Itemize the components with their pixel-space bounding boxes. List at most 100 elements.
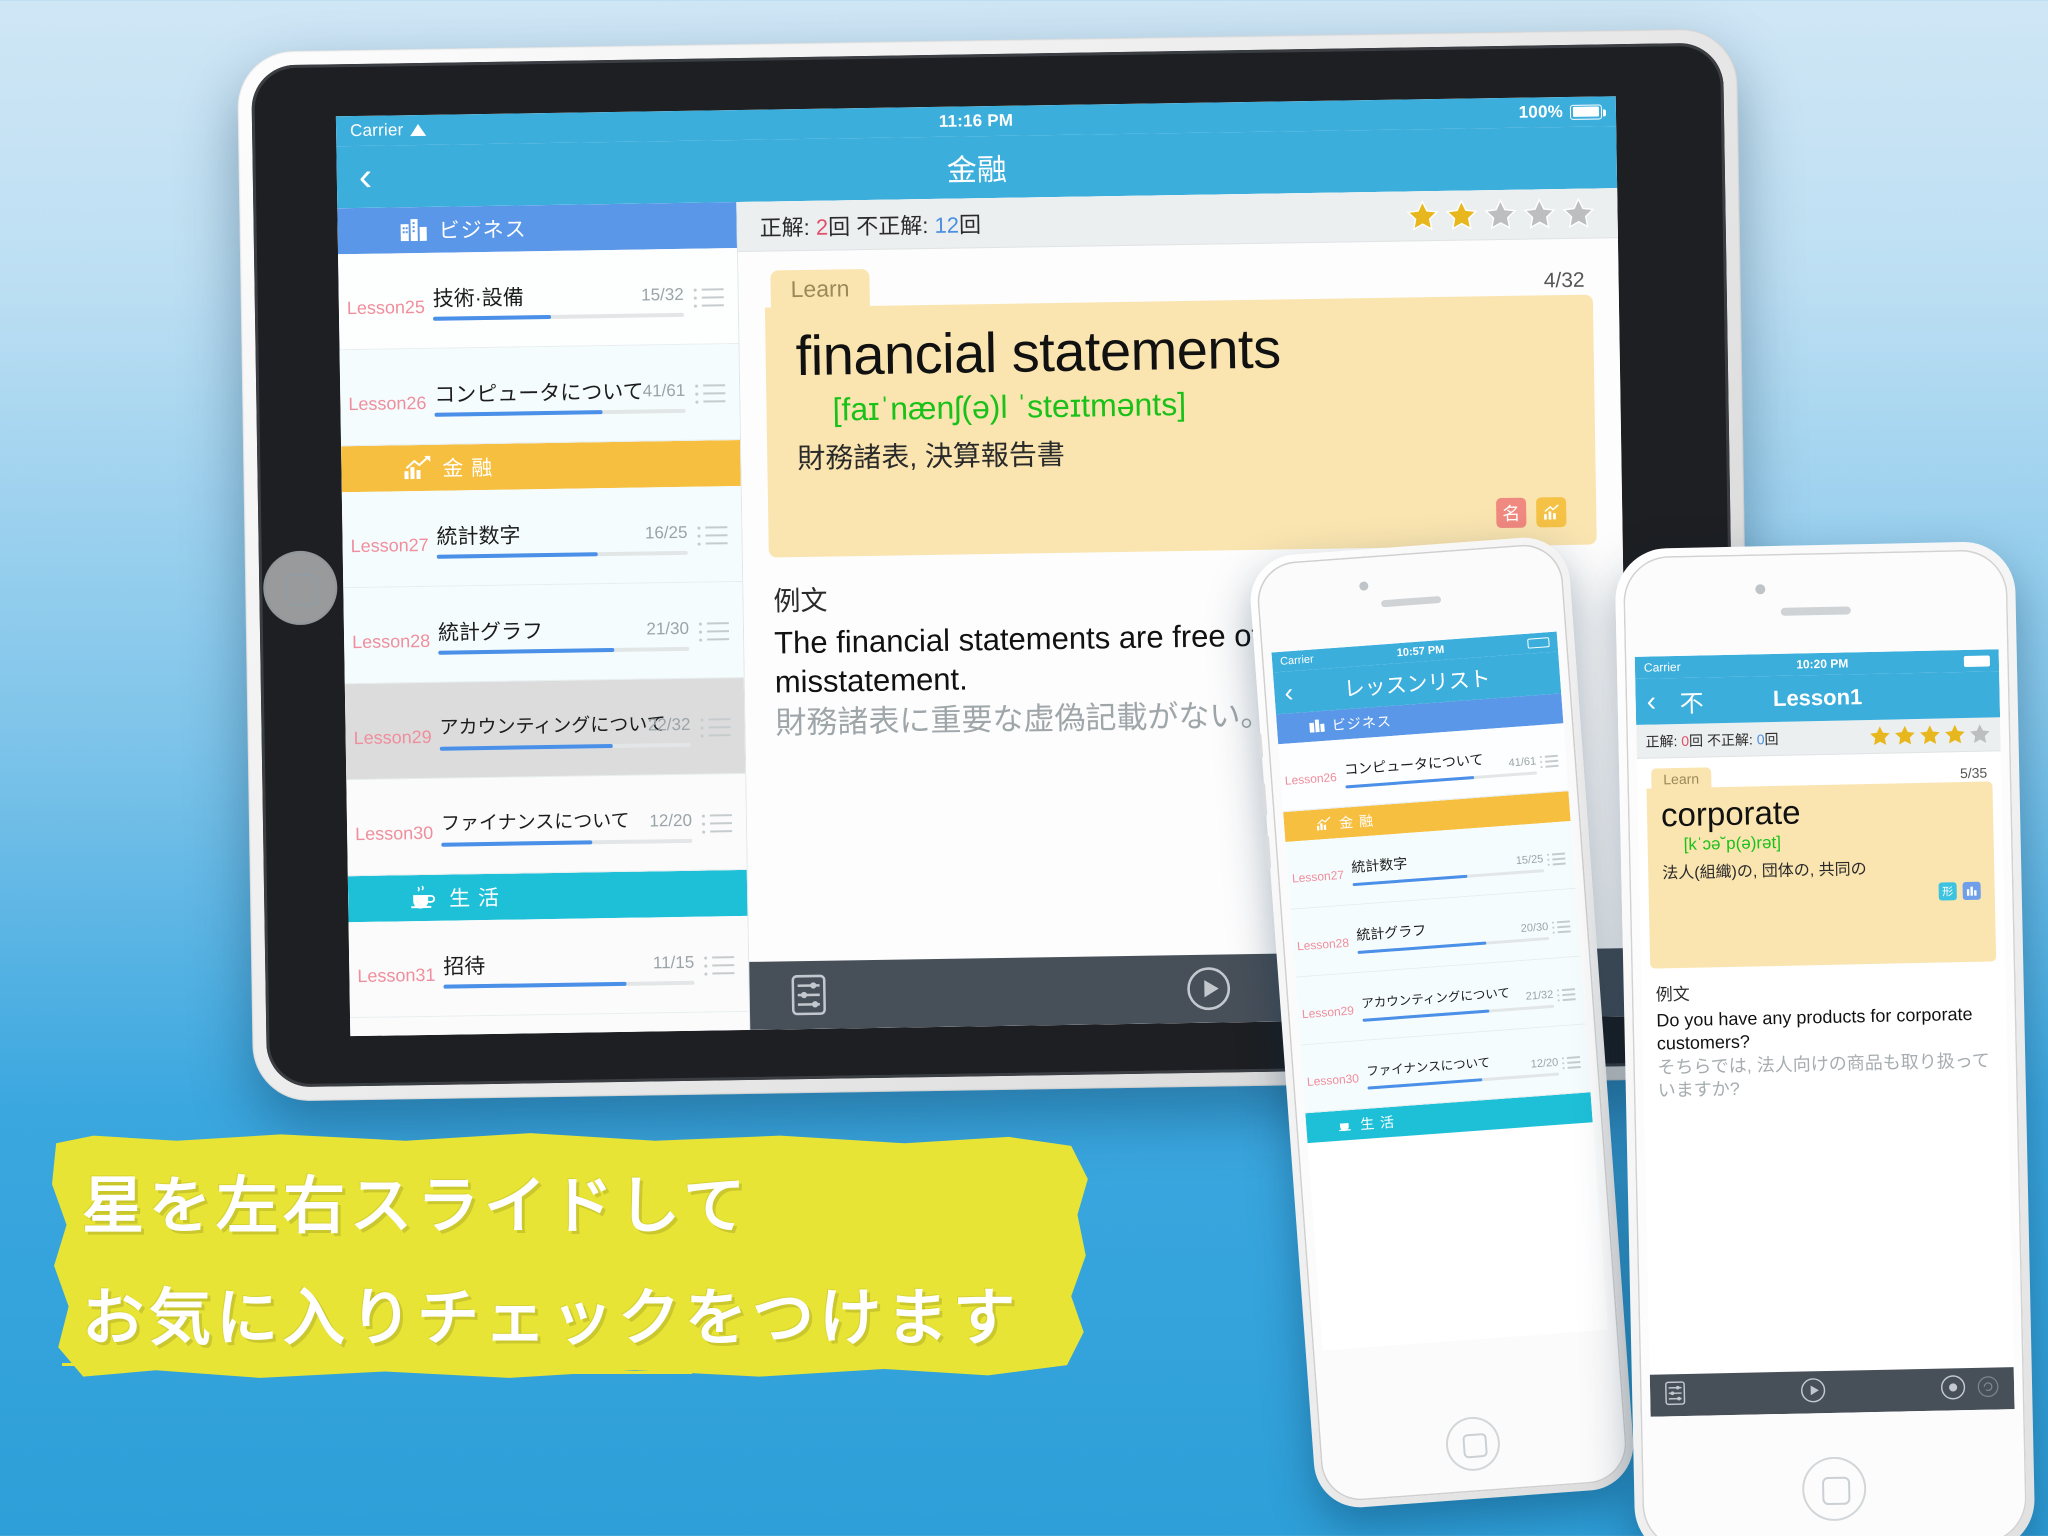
learn-tab[interactable]: Learn (1651, 767, 1712, 790)
lesson-number: Lesson28 (1296, 935, 1350, 954)
building-icon (1308, 717, 1325, 735)
iphone-right-screen: Carrier 10:20 PM ‹ 不 Lesson1 正解: 0回 不正解:… (1634, 649, 2015, 1417)
lesson-list-icon[interactable] (1556, 987, 1576, 1002)
back-button[interactable]: ‹ (358, 155, 372, 199)
star-icon-filled[interactable] (1868, 725, 1891, 748)
repeat-button[interactable] (1976, 1374, 2001, 1403)
lesson-list-icon[interactable] (700, 716, 731, 738)
promo-stage: Carrier 11:16 PM 100% ‹ 金融 ビジネス Lesson25… (0, 0, 2048, 1536)
lesson-row[interactable]: Lesson25 技術·設備 15/32 (338, 248, 739, 351)
play-button[interactable] (1800, 1377, 1827, 1409)
star-icon-empty[interactable] (1968, 722, 1991, 745)
page-title: Lesson1 (1772, 684, 1863, 712)
star-icon-filled[interactable] (1444, 198, 1479, 233)
star-rating[interactable] (1868, 722, 1991, 748)
building-icon (399, 217, 427, 243)
lesson-number: Lesson28 (351, 630, 431, 653)
lesson-list-icon[interactable] (701, 812, 733, 834)
wrong-label: 不正解: (1706, 730, 1753, 748)
lesson-progress-bar (438, 646, 690, 655)
section-header-life: 生 活 (347, 869, 748, 923)
detail-toolbar (1649, 1367, 2015, 1417)
settings-button[interactable] (789, 973, 828, 1018)
lesson-number: Lesson26 (1284, 770, 1338, 788)
correct-unit: 回 (1688, 731, 1704, 749)
correct-label: 正解: (1645, 732, 1678, 750)
example-english: Do you have any products for corporate c… (1656, 1003, 1973, 1054)
lesson-list-icon[interactable] (695, 382, 726, 404)
lesson-title: アカウンティングについて (1360, 985, 1511, 1011)
wifi-icon (410, 124, 426, 136)
lesson-list-icon[interactable] (704, 954, 735, 976)
lesson-number: Lesson29 (1301, 1003, 1355, 1022)
star-icon-filled[interactable] (1943, 723, 1966, 746)
lesson-row[interactable]: Lesson31 招待 11/15 (348, 915, 749, 1019)
battery-percent-label: 100% (1518, 102, 1564, 122)
card-index: 4/32 (1543, 268, 1585, 293)
lesson-row[interactable]: Lesson27 統計数字 16/25 (341, 485, 743, 589)
section-label: 金 融 (1338, 812, 1375, 831)
chart-icon (403, 455, 431, 481)
lesson-row[interactable]: Lesson28 統計グラフ 21/30 (343, 581, 744, 685)
lesson-count: 22/32 (647, 714, 691, 735)
lesson-row[interactable]: Lesson30 ファイナンスについて 12/20 (346, 773, 747, 877)
iphone5-screen: Carrier 10:57 PM ‹ レッスンリスト ビジネス Lesson26… (1271, 631, 1608, 1351)
lesson-list-icon[interactable] (697, 524, 728, 546)
lesson-list-icon[interactable] (1546, 852, 1566, 867)
lesson-sidebar[interactable]: ビジネス Lesson25 技術·設備 15/32 Lesson26 コンピュー… (337, 202, 751, 1037)
lesson-list-icon[interactable] (1551, 919, 1571, 934)
lesson-number: Lesson30 (1306, 1071, 1360, 1090)
star-icon-empty[interactable] (1561, 196, 1596, 231)
section-header-finance: 金 融 (341, 439, 741, 493)
score-text: 正解: 0回 不正解: 0回 (1645, 728, 1778, 751)
lesson-count: 41/61 (642, 380, 686, 401)
score-text: 正解: 2回 不正解: 12回 (759, 207, 981, 242)
status-right: 100% (1013, 101, 1603, 130)
status-time: 11:16 PM (938, 110, 1014, 131)
pos-tag-noun: 名 (1496, 497, 1527, 529)
status-left: Carrier (350, 112, 939, 141)
word-card[interactable]: corporate [kˈɔə˘p(ə)rət] 法人(組織)の, 団体の, 共… (1646, 781, 1997, 969)
lesson-list-icon[interactable] (693, 286, 724, 308)
word-meaning: 財務諸表, 決算報告書 (797, 438, 1066, 475)
volume-up-button[interactable] (1259, 782, 1268, 817)
correct-unit: 回 (827, 213, 851, 240)
bookmark-button[interactable]: 不 (1679, 683, 1704, 718)
lesson-title: 技術·設備 (432, 286, 524, 311)
earpiece-speaker (1780, 606, 1851, 616)
record-button[interactable] (1940, 1374, 1967, 1406)
banner-text: 星を左右スライドして お気に入りチェックをつけます (52, 1128, 1092, 1383)
section-label: ビジネス (1331, 712, 1393, 734)
section-header-business: ビジネス (337, 202, 737, 255)
star-icon-filled[interactable] (1893, 724, 1916, 747)
lesson-list-icon[interactable] (698, 620, 730, 642)
lesson-row-selected[interactable]: Lesson29 アカウンティングについて 22/32 (344, 677, 746, 781)
card-index: 5/35 (1959, 764, 1988, 782)
star-icon-filled[interactable] (1918, 723, 1941, 746)
carrier-label: Carrier (1279, 653, 1315, 668)
example-section: 例文 Do you have any products for corporat… (1641, 961, 2008, 1102)
category-tag-finance (1536, 497, 1567, 528)
mute-switch[interactable] (1256, 732, 1264, 759)
learn-tab[interactable]: Learn (770, 268, 870, 309)
lesson-number: Lesson27 (350, 534, 429, 557)
lesson-list-icon[interactable] (1561, 1055, 1581, 1070)
lesson-list-icon[interactable] (1539, 754, 1559, 769)
carrier-label: Carrier (349, 120, 404, 141)
star-icon-empty[interactable] (1522, 197, 1557, 232)
star-rating[interactable] (1405, 196, 1596, 233)
lesson-number: Lesson30 (354, 822, 434, 845)
lesson-count: 21/30 (646, 618, 690, 639)
star-icon-empty[interactable] (1483, 197, 1518, 232)
back-button[interactable]: ‹ (1283, 677, 1294, 709)
star-icon-filled[interactable] (1405, 198, 1440, 233)
word-card[interactable]: financial statements [faɪˈnænʃ(ə)l ˈsteɪ… (764, 294, 1597, 558)
back-button[interactable]: ‹ (1646, 685, 1656, 717)
iphone-right-device: Carrier 10:20 PM ‹ 不 Lesson1 正解: 0回 不正解:… (1614, 540, 2036, 1536)
lesson-title: コンピュータについて (1343, 751, 1485, 778)
settings-button[interactable] (1664, 1379, 1687, 1410)
lesson-title: コンピュータについて (434, 380, 644, 407)
lesson-row[interactable]: Lesson26 コンピュータについて 41/61 (339, 344, 741, 447)
page-title: レッスンリスト (1343, 667, 1492, 702)
